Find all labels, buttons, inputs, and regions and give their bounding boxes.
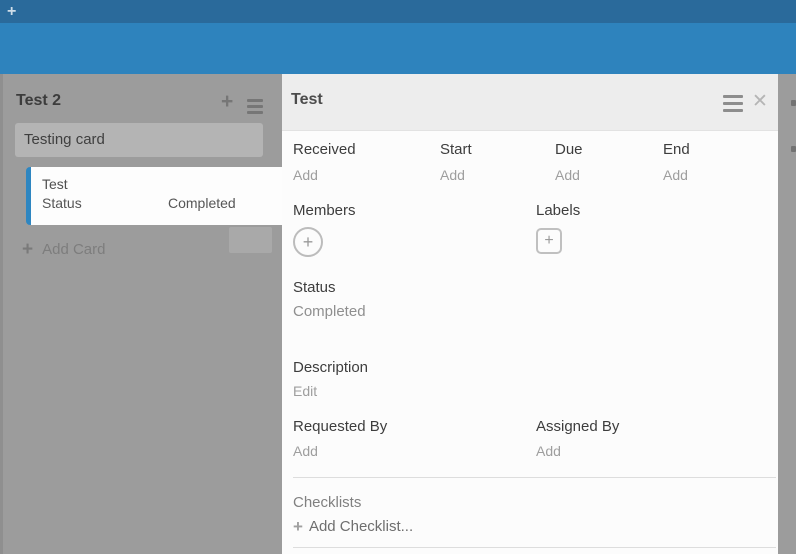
list-title: Test 2 <box>16 92 61 110</box>
date-field-end: End Add <box>663 140 690 185</box>
card-composer-input[interactable]: Testing card <box>15 123 263 157</box>
labels-section: Labels + <box>536 201 580 254</box>
close-icon[interactable]: ✕ <box>752 90 768 113</box>
section-divider <box>293 547 776 548</box>
status-value: Completed <box>293 302 366 322</box>
date-label: End <box>663 140 690 160</box>
board-left-edge <box>0 74 3 554</box>
date-label: Received <box>293 140 356 160</box>
date-label: Start <box>440 140 472 160</box>
status-label: Status <box>293 278 366 298</box>
description-edit-link[interactable]: Edit <box>293 381 368 401</box>
status-section: Status Completed <box>293 278 366 322</box>
card-detail-header: Test ✕ <box>282 74 778 131</box>
minicard-field-label: Status <box>42 195 82 211</box>
date-field-received: Received Add <box>293 140 356 185</box>
card-menu-icon[interactable] <box>723 95 743 116</box>
date-field-start: Start Add <box>440 140 472 185</box>
assigned-by-add-link[interactable]: Add <box>536 441 619 461</box>
labels-label: Labels <box>536 201 580 221</box>
checklists-label: Checklists <box>293 493 361 513</box>
assigned-by-section: Assigned By Add <box>536 417 619 461</box>
card-shadow-patch <box>229 227 272 253</box>
requested-by-label: Requested By <box>293 417 387 437</box>
add-label-button[interactable]: + <box>536 228 562 254</box>
description-section: Description Edit <box>293 358 368 401</box>
board-header-bar: + <box>0 0 796 74</box>
add-board-icon[interactable]: + <box>7 2 16 22</box>
requested-by-add-link[interactable]: Add <box>293 441 387 461</box>
minicard-field-value: Completed <box>168 194 236 213</box>
date-add-link[interactable]: Add <box>293 165 356 185</box>
date-field-due: Due Add <box>555 140 583 185</box>
plus-icon: + <box>293 517 303 537</box>
next-list-peek <box>791 146 796 152</box>
description-label: Description <box>293 358 368 378</box>
plus-icon: + <box>22 240 33 260</box>
minicard-title: Test <box>42 175 285 194</box>
date-add-link[interactable]: Add <box>555 165 583 185</box>
add-checklist-label: Add Checklist... <box>309 517 413 537</box>
date-add-link[interactable]: Add <box>663 165 690 185</box>
members-section: Members + <box>293 201 356 257</box>
members-label: Members <box>293 201 356 221</box>
add-member-button[interactable]: + <box>293 227 323 257</box>
list-menu-icon[interactable] <box>247 99 263 117</box>
add-card-button[interactable]: + Add Card <box>22 240 105 260</box>
next-list-peek <box>791 100 796 106</box>
app-top-bar: + <box>0 0 796 23</box>
date-add-link[interactable]: Add <box>440 165 472 185</box>
card-detail-title: Test <box>291 91 323 109</box>
minicard-test[interactable]: Test Status Completed <box>26 167 285 225</box>
requested-by-section: Requested By Add <box>293 417 387 461</box>
add-card-label: Add Card <box>42 240 105 260</box>
section-divider <box>293 477 776 478</box>
date-label: Due <box>555 140 583 160</box>
add-checklist-button[interactable]: + Add Checklist... <box>293 517 413 537</box>
list-add-icon[interactable]: + <box>221 90 233 114</box>
card-detail-panel: Test ✕ Received Add Start Add Due Add En… <box>282 74 778 554</box>
wekan-board-screen: + Test 2 + Testing card Test Status Comp… <box>0 0 796 554</box>
assigned-by-label: Assigned By <box>536 417 619 437</box>
